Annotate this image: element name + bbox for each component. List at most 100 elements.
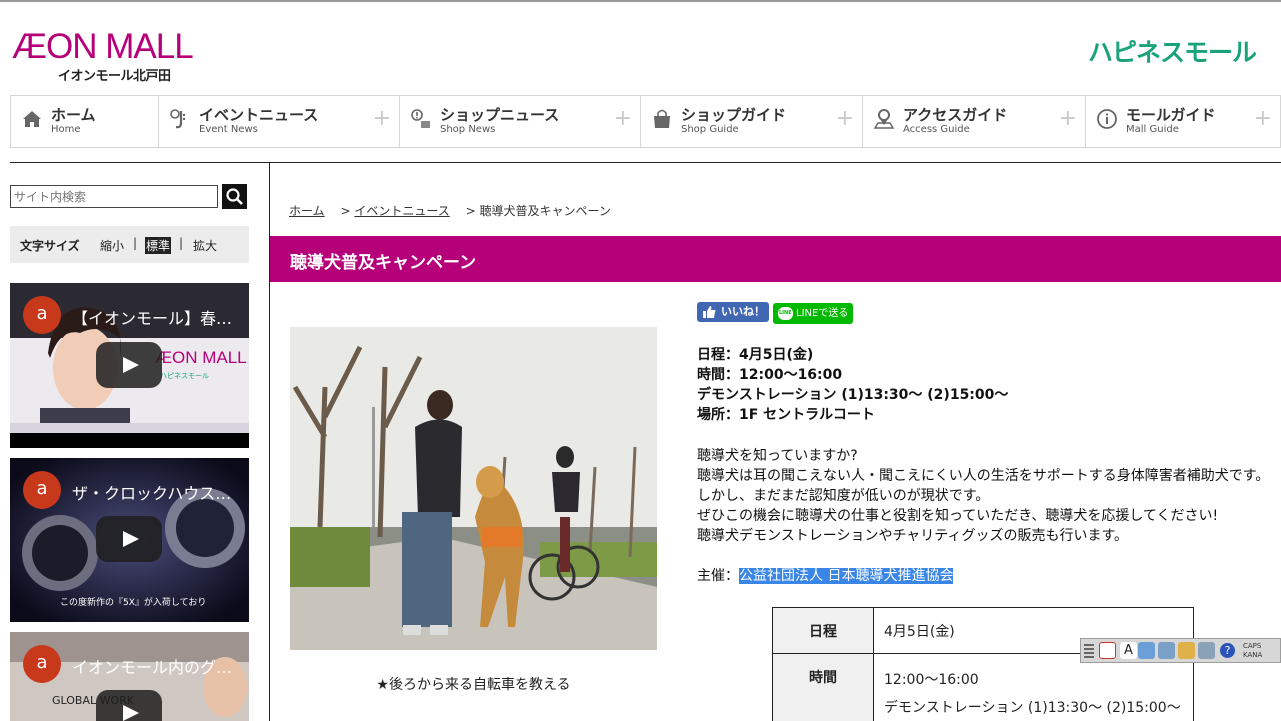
map-pin-icon <box>873 109 895 129</box>
channel-avatar[interactable]: a <box>23 471 61 509</box>
expand-plus-icon[interactable]: + <box>836 108 854 130</box>
event-time: 時間：12:00～16:00 <box>697 367 843 383</box>
nav-label-en: Access Guide <box>903 124 970 135</box>
nav-item-home[interactable]: ホーム Home <box>11 96 159 147</box>
top-border <box>0 0 1281 2</box>
breadcrumb-current: 聴導犬普及キャンペーン <box>479 204 611 218</box>
nav-label-ja: ショップガイド <box>681 106 787 124</box>
nav-label-ja: ホーム <box>51 106 96 124</box>
thumbs-up-icon <box>703 306 716 318</box>
speech-bubble-icon <box>411 109 430 128</box>
event-info: 日程：4月5日(金) 時間：12:00～16:00 デモンストレーション (1)… <box>697 345 1008 425</box>
font-size-normal-button[interactable]: 標準 <box>145 237 172 254</box>
logo-sub-text: イオンモール北戸田 <box>58 69 171 84</box>
video-embed-3[interactable]: a イオンモール内のグ… GLOBAL WORK <box>10 632 249 721</box>
video-title[interactable]: イオンモール内のグ… <box>72 654 244 678</box>
video-overlay-text: この度新作の『5X』が入荷しており <box>60 598 207 608</box>
aeon-mall-logo[interactable]: ÆON MALL イオンモール北戸田 <box>12 27 217 84</box>
nav-item-event-news[interactable]: イベントニュース Event News + <box>159 96 400 147</box>
breadcrumb-separator: > <box>465 204 476 218</box>
global-nav: ホーム Home イベントニュース Event News + ショップニュース … <box>10 95 1281 148</box>
photo-caption: ★後ろから来る自転車を教える <box>376 677 571 693</box>
input-mode-a-icon[interactable]: A <box>1120 642 1137 659</box>
description-line: 聴導犬は耳の聞こえない人・聞こえにくい人の生活をサポートする身体障害者補助犬です… <box>697 468 1270 484</box>
channel-avatar[interactable]: a <box>23 645 61 683</box>
separator: | <box>133 236 138 250</box>
page-title-bar: 聴導犬普及キャンペーン <box>270 236 1281 282</box>
video-title[interactable]: 【イオンモール】春ス… <box>72 305 244 329</box>
facebook-like-button[interactable]: いいね！ <box>697 302 769 322</box>
table-header-cell: 時間 <box>772 653 874 721</box>
description-line: 聴導犬デモンストレーションやチャリティグッズの販売も行います。 <box>697 528 1129 544</box>
play-button-icon[interactable] <box>96 690 162 721</box>
organizer-name-selected[interactable]: 公益社団法人 日本聴導犬推進協会 <box>739 568 954 584</box>
tools-icon[interactable] <box>1158 642 1175 659</box>
nav-label-en: Mall Guide <box>1126 124 1179 135</box>
play-button-icon[interactable] <box>96 516 162 562</box>
line-logo-icon <box>778 307 793 320</box>
nav-label-ja: イベントニュース <box>199 106 319 124</box>
grip-handle-icon[interactable] <box>1084 644 1094 658</box>
line-share-button[interactable]: LINEで送る <box>773 303 853 324</box>
nav-item-access-guide[interactable]: アクセスガイド Access Guide + <box>863 96 1086 147</box>
video-embed-2[interactable]: a ザ・クロックハウス… この度新作の『5X』が入荷しており <box>10 458 249 622</box>
expand-plus-icon[interactable]: + <box>1254 108 1272 130</box>
video-title[interactable]: ザ・クロックハウス… <box>72 480 244 504</box>
event-description: 聴導犬を知っていますか? 聴導犬は耳の聞こえない人・聞こえにくい人の生活をサポー… <box>697 446 1269 546</box>
nav-label-en: Shop Guide <box>681 124 739 135</box>
shopping-bag-icon <box>654 109 670 128</box>
nav-label-ja: モールガイド <box>1126 106 1216 124</box>
nav-label-ja: アクセスガイド <box>903 106 1008 124</box>
nav-label-en: Home <box>51 124 81 135</box>
breadcrumb-home-link[interactable]: ホーム <box>289 204 325 218</box>
event-schedule: 日程：4月5日(金) <box>697 347 814 363</box>
nav-item-shop-guide[interactable]: ショップガイド Shop Guide + <box>641 96 863 147</box>
dictionary-icon[interactable] <box>1138 642 1155 659</box>
saxophone-icon <box>170 109 186 129</box>
description-line: 聴導犬を知っていますか? <box>697 448 858 464</box>
event-details-table: 日程 4月5日(金) 時間 12:00～16:00 デモンストレーション (1)… <box>772 607 1194 721</box>
pad-icon[interactable] <box>1178 642 1195 659</box>
search-button[interactable] <box>222 184 247 209</box>
video-embed-1[interactable]: ÆON MALL ハピネスモール a 【イオンモール】春ス… <box>10 283 249 448</box>
table-value: 12:00～16:00 <box>884 672 979 688</box>
table-cell: 12:00～16:00 デモンストレーション (1)13:30～ (2)15:0… <box>873 653 1194 721</box>
channel-avatar[interactable]: a <box>23 296 61 334</box>
video-overlay-sub: ハピネスモール <box>160 372 209 380</box>
font-size-large-button[interactable]: 拡大 <box>193 237 217 254</box>
kana-label: KANA <box>1243 651 1263 659</box>
font-size-small-button[interactable]: 縮小 <box>100 237 124 254</box>
ime-mode-icon[interactable] <box>1099 642 1116 659</box>
caps-label: CAPS <box>1243 642 1262 650</box>
nav-label-en: Shop News <box>440 124 496 135</box>
settings-icon[interactable] <box>1198 642 1215 659</box>
organizer-label: 主催： <box>697 568 739 584</box>
table-header-cell: 日程 <box>772 607 874 654</box>
table-value: デモンストレーション (1)13:30～ (2)15:00～ <box>884 700 1181 716</box>
content-divider <box>10 162 1281 163</box>
help-icon[interactable]: ? <box>1220 643 1235 658</box>
expand-plus-icon[interactable]: + <box>1059 108 1077 130</box>
home-icon <box>23 111 41 127</box>
breadcrumb-events-link[interactable]: イベントニュース <box>354 204 449 218</box>
nav-item-shop-news[interactable]: ショップニュース Shop News + <box>400 96 641 147</box>
facebook-like-label: いいね！ <box>721 305 765 318</box>
play-button-icon[interactable] <box>96 342 162 388</box>
expand-plus-icon[interactable]: + <box>373 108 391 130</box>
description-line: しかし、まだまだ認知度が低いのが現状です。 <box>697 488 990 504</box>
font-size-label: 文字サイズ <box>20 239 80 253</box>
breadcrumb-separator: > <box>340 204 351 218</box>
search-icon <box>226 188 243 205</box>
nav-item-mall-guide[interactable]: モールガイド Mall Guide + <box>1086 96 1281 147</box>
expand-plus-icon[interactable]: + <box>614 108 632 130</box>
description-line: ぜひこの機会に聴導犬の仕事と役割を知っていただき、聴導犬を応援してください! <box>697 508 1219 524</box>
nav-label-ja: ショップニュース <box>440 106 560 124</box>
logo-main-text: ÆON MALL <box>12 27 194 66</box>
table-value: 4月5日(金) <box>884 624 955 640</box>
event-place: 場所：1F セントラルコート <box>697 407 875 423</box>
nav-label-en: Event News <box>199 124 258 135</box>
separator: | <box>179 236 184 250</box>
font-size-control: 文字サイズ 縮小 | 標準 | 拡大 <box>10 226 249 263</box>
site-search-input[interactable] <box>10 185 218 208</box>
line-share-label: LINEで送る <box>796 308 849 319</box>
